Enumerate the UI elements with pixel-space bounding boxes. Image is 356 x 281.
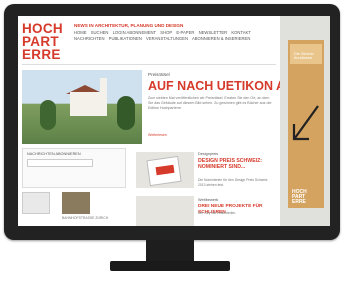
church-tower-shape bbox=[100, 78, 107, 116]
nav-news[interactable]: NACHRICHTEN bbox=[74, 36, 104, 41]
arrow-down-left-icon bbox=[292, 105, 319, 141]
newsletter-email-input[interactable] bbox=[27, 159, 93, 167]
monitor-stand-neck bbox=[146, 240, 194, 262]
nav-newsletter[interactable]: NEWSLETTER bbox=[199, 30, 228, 35]
ad-logo-line-3: ERRE bbox=[292, 199, 306, 206]
news-kicker: Designpreis bbox=[198, 152, 219, 156]
nav-publications[interactable]: PUBLIKATIONEN bbox=[109, 36, 142, 41]
hero-read-more-link[interactable]: Weiterlesen bbox=[148, 133, 167, 137]
screen: HOCH PART ERRE NEWS IN ARCHITEKTUR, PLAN… bbox=[18, 16, 330, 226]
monitor-stand-base bbox=[110, 261, 230, 271]
site-logo[interactable]: HOCH PART ERRE bbox=[22, 22, 63, 62]
news-title[interactable]: DESIGN PREIS SCHWEIZ: NOMINIERT SIND... bbox=[198, 158, 276, 170]
site-tagline: NEWS IN ARCHITEKTUR, PLANUNG UND DESIGN bbox=[74, 23, 184, 28]
hero-kicker: Preisrätsel bbox=[148, 72, 170, 77]
news-text: Die Nominierten für den Design Preis Sch… bbox=[198, 178, 268, 187]
newsletter-title: NACHRICHTEN ABONNIEREN bbox=[27, 152, 81, 156]
news-image[interactable] bbox=[136, 196, 194, 226]
tree-shape bbox=[40, 100, 56, 130]
nav-search[interactable]: SUCHEN bbox=[91, 30, 109, 35]
logo-line-3: ERRE bbox=[22, 47, 61, 62]
top-nav: HOME SUCHEN LOGIN ABONNEMENT SHOP E-PAPE… bbox=[74, 30, 254, 35]
thumbnail-caption: BAHNHOFSTRASSE ZÜRICH bbox=[62, 216, 109, 220]
nav-subscribe[interactable]: ABONNIEREN & INSERIEREN bbox=[192, 36, 250, 41]
ad-text: Die Zürcher Architektur bbox=[294, 52, 314, 61]
hero-body: Zum siebten Mal veröffentlichen wir Prei… bbox=[148, 96, 272, 110]
church-shape bbox=[70, 92, 100, 116]
news-image[interactable] bbox=[136, 152, 194, 188]
thumbnail-image[interactable] bbox=[22, 192, 50, 214]
header-divider bbox=[22, 64, 276, 65]
ad-header: Die Zürcher Architektur bbox=[290, 44, 322, 64]
newsletter-box: NACHRICHTEN ABONNIEREN bbox=[22, 148, 126, 188]
thumbnail-image[interactable] bbox=[62, 192, 90, 214]
nav-home[interactable]: HOME bbox=[74, 30, 87, 35]
ad-logo: HOCH PART ERRE bbox=[292, 189, 307, 206]
nav-login[interactable]: LOGIN ABONNEMENT bbox=[113, 30, 157, 35]
nav-epaper[interactable]: E-PAPER bbox=[176, 30, 194, 35]
nav-contact[interactable]: KONTAKT bbox=[231, 30, 250, 35]
monitor: HOCH PART ERRE NEWS IN ARCHITEKTUR, PLAN… bbox=[4, 4, 340, 240]
tree-shape bbox=[117, 96, 135, 130]
ad-rail: Die Zürcher Architektur HOCH PART ERRE bbox=[280, 16, 330, 226]
news-text: Die Jury hat entschieden. bbox=[198, 211, 237, 215]
main-nav: NACHRICHTEN PUBLIKATIONEN VERANSTALTUNGE… bbox=[74, 36, 253, 41]
ad-banner[interactable]: Die Zürcher Architektur HOCH PART ERRE bbox=[288, 40, 324, 208]
website: HOCH PART ERRE NEWS IN ARCHITEKTUR, PLAN… bbox=[18, 16, 330, 226]
nav-shop[interactable]: SHOP bbox=[160, 30, 172, 35]
hero-image[interactable] bbox=[22, 70, 142, 144]
news-kicker: Wettbewerb bbox=[198, 198, 219, 202]
nav-events[interactable]: VERANSTALTUNGEN bbox=[146, 36, 188, 41]
